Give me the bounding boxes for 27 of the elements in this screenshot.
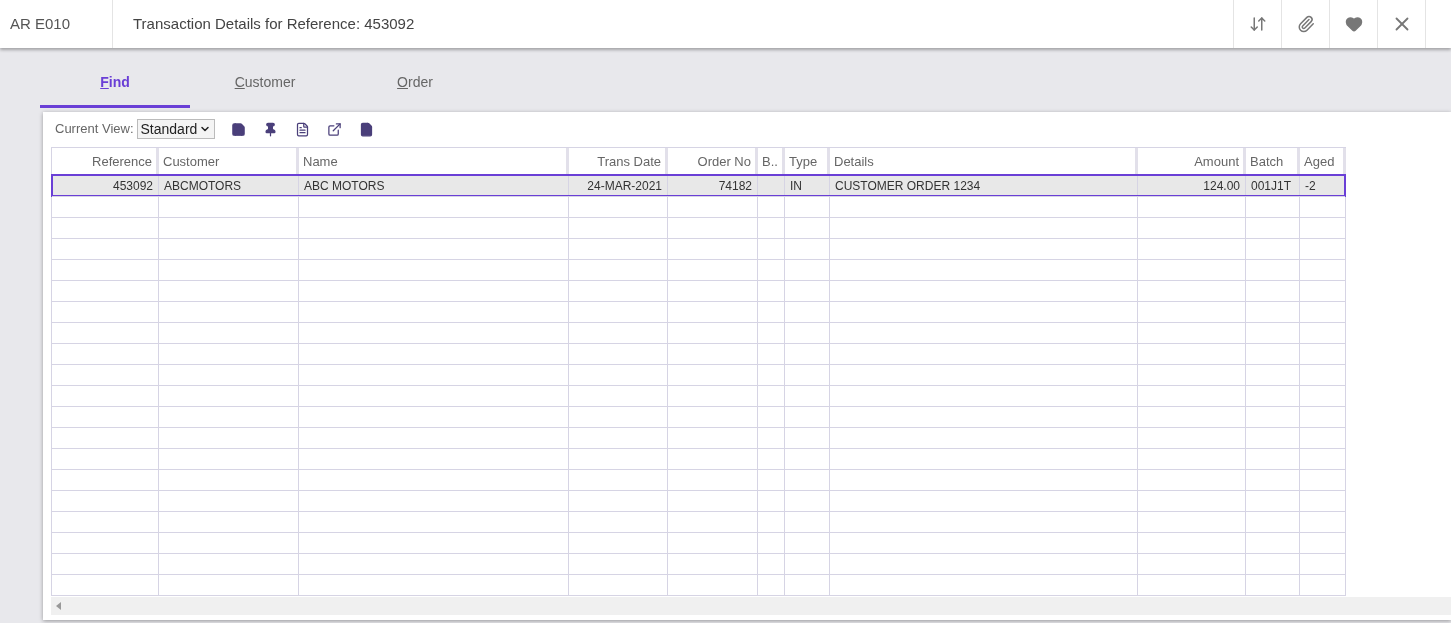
table-cell-text: 001J1T bbox=[1251, 177, 1292, 195]
export-icon[interactable] bbox=[327, 121, 343, 137]
save-icon[interactable] bbox=[231, 121, 247, 137]
table-cell-text: 453092 bbox=[112, 177, 153, 195]
tab[interactable]: Customer bbox=[190, 60, 340, 108]
table-cell-text: IN bbox=[790, 177, 802, 195]
tab[interactable]: Order bbox=[340, 60, 490, 108]
table-cell-text: ABC MOTORS bbox=[304, 177, 385, 195]
sort-arrows-icon[interactable] bbox=[1248, 15, 1267, 33]
current-view-label: Current View: bbox=[55, 120, 134, 139]
view-dropdown[interactable]: Standard bbox=[136, 119, 216, 139]
heart-icon[interactable] bbox=[1344, 15, 1363, 33]
table-cell-text: 124.00 bbox=[1203, 177, 1240, 195]
pin-icon[interactable] bbox=[263, 121, 279, 137]
left-arrow-icon[interactable] bbox=[56, 602, 61, 610]
table-cell-text: -2 bbox=[1305, 177, 1316, 195]
program-code: AR E010 bbox=[10, 13, 71, 34]
table-cell-text: ABCMOTORS bbox=[164, 177, 242, 195]
table-row[interactable]: 453092 ABCMOTORS ABC MOTORS 24-MAR-2021 74182 IN CUSTOMER ORDER 1234 124.00 001J1T -2 bbox=[52, 175, 1345, 196]
tab[interactable]: Find bbox=[40, 60, 190, 108]
table-cell-text: 74182 bbox=[718, 177, 752, 195]
file-icon[interactable] bbox=[359, 121, 375, 137]
table-cell-text: CUSTOMER ORDER 1234 bbox=[835, 177, 981, 195]
window-title: Transaction Details for Reference: 453092 bbox=[133, 13, 415, 34]
paperclip-icon[interactable] bbox=[1296, 15, 1315, 33]
document-icon[interactable] bbox=[295, 121, 311, 137]
table-cell-text: 24-MAR-2021 bbox=[587, 177, 662, 195]
